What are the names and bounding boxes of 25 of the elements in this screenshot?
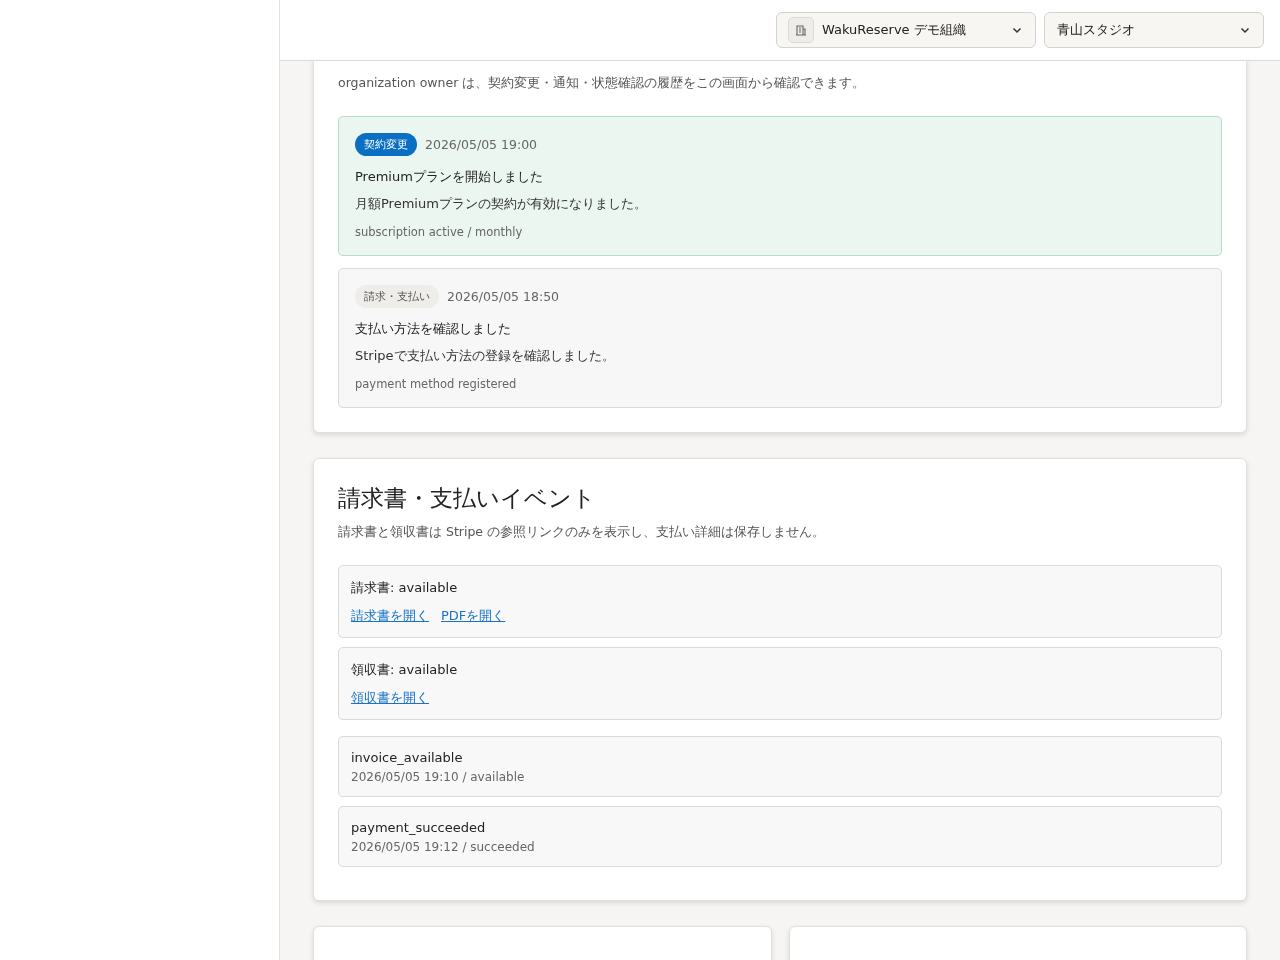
- entry-body: 月額Premiumプランの契約が有効になりました。: [355, 195, 648, 213]
- entry-title: Premiumプランを開始しました: [355, 168, 544, 186]
- category-badge: 請求・支払い: [355, 285, 439, 308]
- section-description: 請求書と領収書は Stripe の参照リンクのみを表示し、支払い詳細は保存しません。: [338, 524, 827, 541]
- section-title: 請求書・支払いイベント: [338, 484, 597, 513]
- entry-time: 2026/05/05 19:00: [425, 137, 538, 152]
- event-name: payment_succeeded: [351, 820, 487, 835]
- section-description: organization owner は、契約変更・通知・状態確認の履歴をこの画面から確認できます。: [338, 75, 867, 92]
- document-link[interactable]: 領収書を開く: [351, 689, 429, 707]
- store-select[interactable]: 青山スタジオ: [1044, 12, 1264, 48]
- document-status: 領収書: available: [351, 661, 459, 679]
- event-name: invoice_available: [351, 750, 464, 765]
- event-detail: 2026/05/05 19:10 / available: [351, 770, 526, 784]
- category-badge: 契約変更: [355, 133, 417, 156]
- entry-title: 支払い方法を確認しました: [355, 320, 512, 338]
- building-icon: [788, 17, 814, 43]
- document-status: 請求書: available: [351, 579, 459, 597]
- entry-time: 2026/05/05 18:50: [447, 289, 560, 304]
- organization-select[interactable]: WakuReserve デモ組織: [776, 12, 1036, 48]
- entry-meta: payment method registered: [355, 377, 518, 391]
- entry-body: Stripeで支払い方法の登録を確認しました。: [355, 347, 616, 365]
- document-link[interactable]: PDFを開く: [441, 607, 506, 625]
- event-detail: 2026/05/05 19:12 / succeeded: [351, 840, 536, 854]
- entry-meta: subscription active / monthly: [355, 225, 524, 239]
- document-link[interactable]: 請求書を開く: [351, 607, 429, 625]
